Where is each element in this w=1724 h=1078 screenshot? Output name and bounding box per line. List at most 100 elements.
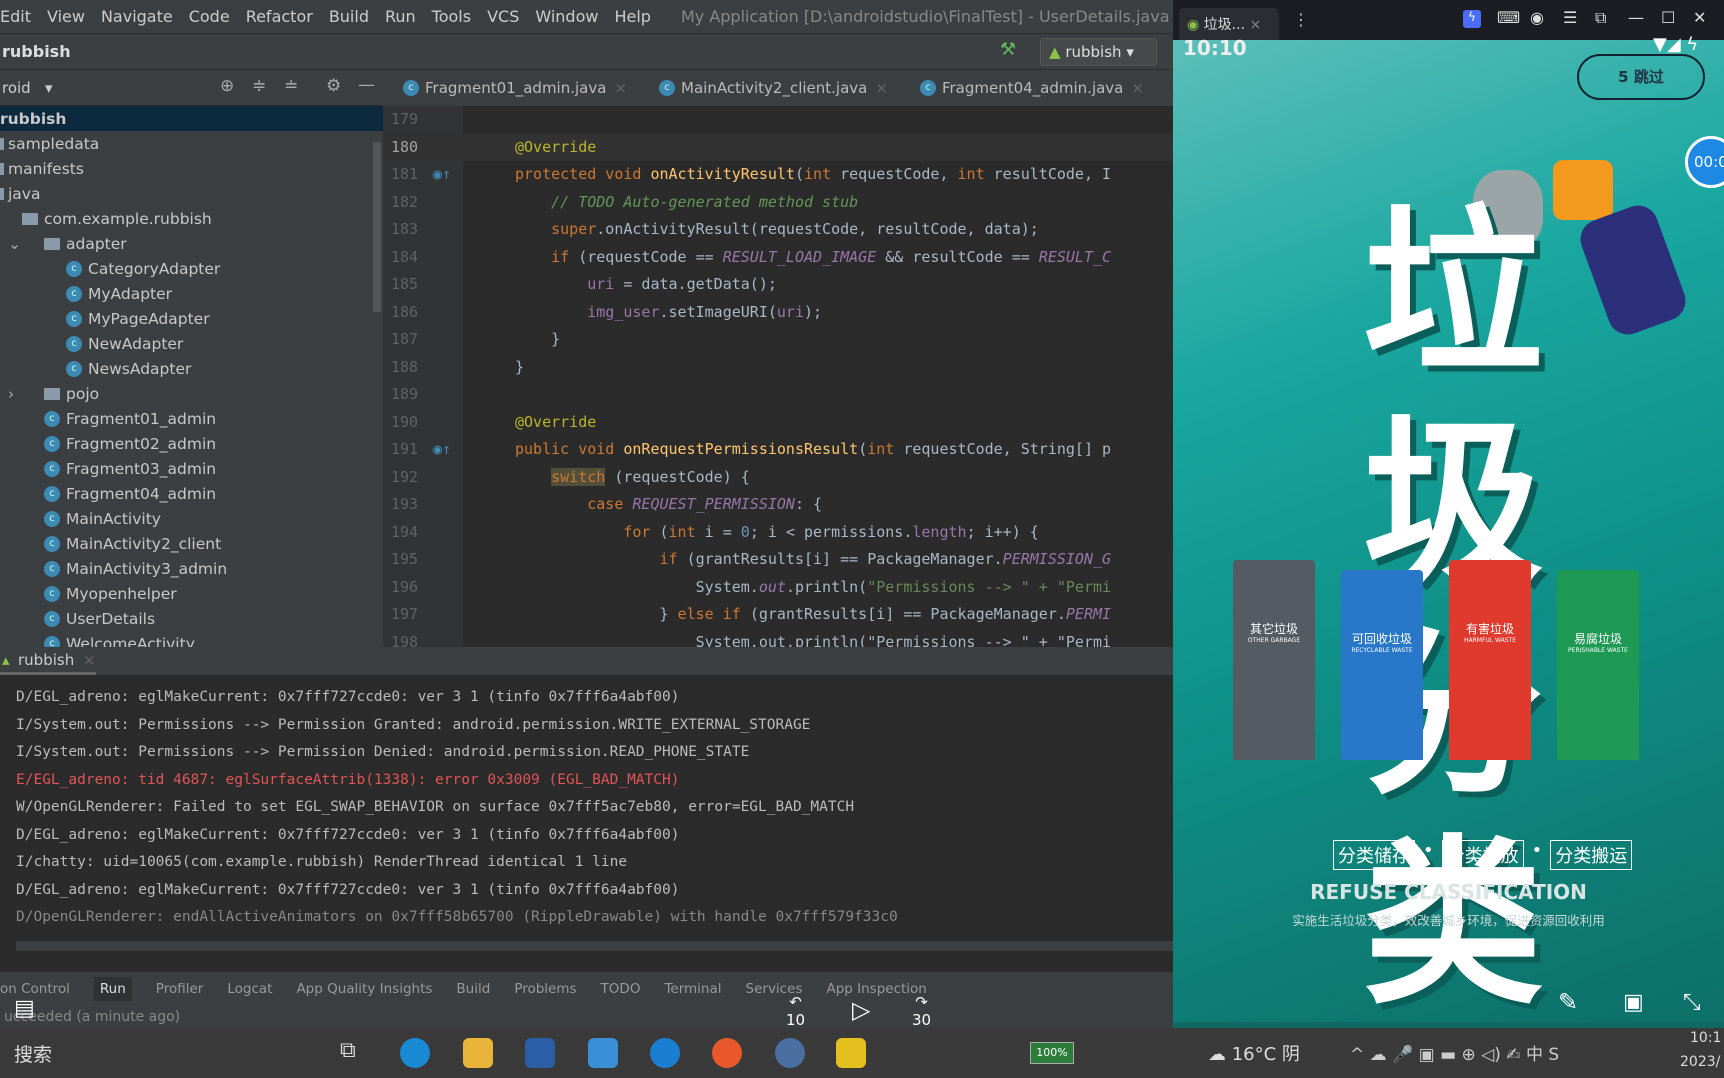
tool-window-logcat[interactable]: Logcat [227,981,272,997]
tree-item[interactable]: c MyPageAdapter [0,306,383,331]
clock-date[interactable]: 2023/ [1680,1054,1720,1070]
menu-build[interactable]: Build [329,7,369,26]
tree-item[interactable]: c UserDetails [0,606,383,631]
taskbar-search[interactable]: 搜索 [14,1040,52,1067]
menu-help[interactable]: Help [614,7,650,26]
tree-item[interactable]: rubbish [0,106,383,131]
tree-item[interactable]: c MainActivity [0,506,383,531]
menu-window[interactable]: Window [535,7,598,26]
menu-run[interactable]: Run [385,7,416,26]
play-icon[interactable]: ▷ [852,996,870,1024]
firefox-icon[interactable] [712,1038,742,1068]
tool-window-build[interactable]: Build [456,981,490,997]
screenshot-icon[interactable]: ⧉ [1595,8,1606,28]
editor-tab[interactable]: c MainActivity2_client.java × [639,70,900,106]
tree-item[interactable]: c Fragment02_admin [0,431,383,456]
menu-vcs[interactable]: VCS [487,7,519,26]
tree-item[interactable]: c MainActivity2_client [0,531,383,556]
tree-item[interactable]: › pojo [0,381,383,406]
menu-code[interactable]: Code [189,7,230,26]
tree-item[interactable]: c NewAdapter [0,331,383,356]
close-tab-icon[interactable]: × [83,651,96,669]
tool-window-problems[interactable]: Problems [514,981,576,997]
clock-time[interactable]: 10:1 [1690,1030,1721,1046]
editor-tab[interactable]: cCate [1156,70,1173,106]
rewind-button[interactable]: ↶ 10 [786,993,805,1029]
tree-item[interactable]: c MyAdapter [0,281,383,306]
battery-indicator[interactable]: 100% [1030,1042,1074,1064]
tree-item[interactable]: c Fragment01_admin [0,406,383,431]
menu-refactor[interactable]: Refactor [246,7,313,26]
collapse-all-icon[interactable]: ≐ [284,76,298,96]
code-editor[interactable]: 179 180 @Override 181 ◉↑ protected void onAct… [383,106,1173,647]
gamepad-icon[interactable]: ⌨ [1497,8,1520,27]
edge-icon[interactable] [400,1038,430,1068]
app-icon[interactable] [836,1038,866,1068]
menu-navigate[interactable]: Navigate [101,7,173,26]
tree-item[interactable]: sampledata [0,131,383,156]
locate-icon[interactable]: ⊕ [220,76,234,96]
project-view-select[interactable]: roid ▾ [2,79,53,97]
close-icon[interactable]: ✕ [1693,8,1706,27]
menu-tools[interactable]: Tools [432,7,471,26]
file-explorer-icon[interactable] [463,1038,493,1068]
close-tab-icon[interactable]: × [614,79,627,97]
tree-item[interactable]: c CategoryAdapter [0,256,383,281]
tool-window-app-quality-insights[interactable]: App Quality Insights [296,981,432,997]
close-tab-icon[interactable]: × [875,79,888,97]
tree-item[interactable]: c Fragment04_admin [0,481,383,506]
tree-item[interactable]: ⌄ adapter [0,231,383,256]
word-icon[interactable] [775,1038,805,1068]
skip-button[interactable]: 5 跳过 [1577,54,1705,100]
console-hscrollbar[interactable] [16,941,1173,951]
tool-window-profiler[interactable]: Profiler [156,981,204,997]
tree-item[interactable]: c Myopenhelper [0,581,383,606]
tree-item[interactable]: c MainActivity3_admin [0,556,383,581]
gear-icon[interactable]: ⚙ [326,76,341,96]
tool-window-on-control[interactable]: on Control [0,981,70,997]
tool-window-terminal[interactable]: Terminal [664,981,721,997]
tool-window-todo[interactable]: TODO [601,981,641,997]
boost-icon[interactable]: ϟ [1463,10,1481,28]
tool-window-run[interactable]: Run [93,977,132,1001]
weather[interactable]: ☁ 16°C 阴 [1208,1040,1300,1066]
close-tab-icon[interactable]: × [1131,79,1144,97]
more-icon[interactable]: ⋮ [1293,10,1309,29]
override-marker-icon[interactable]: ◉↑ [433,161,451,189]
ie-icon[interactable] [650,1038,680,1068]
override-marker-icon[interactable]: ◉↑ [433,436,451,464]
maximize-icon[interactable]: ☐ [1661,8,1675,27]
run-config-select[interactable]: ▲ rubbish ▾ [1040,38,1157,66]
tree-item[interactable]: java [0,181,383,206]
tree-item[interactable]: com.example.rubbish [0,206,383,231]
tree-item[interactable]: c Fragment03_admin [0,456,383,481]
minimize-icon[interactable]: — [1628,8,1644,27]
tree-item[interactable]: manifests [0,156,383,181]
task-view-icon[interactable]: ⧉ [340,1038,356,1063]
run-console[interactable]: D/EGL_adreno: eglMakeCurrent: 0x7fff727c… [0,675,1173,975]
tray-icons[interactable]: ^ ☁ 🎤 ▣ ▬ ⊕ ◁) ✍ 中 S [1350,1040,1559,1065]
menu-view[interactable]: View [47,7,85,26]
tree-item[interactable]: c NewsAdapter [0,356,383,381]
collapse-icon[interactable]: ⤡ [1683,990,1701,1015]
expand-arrow-icon[interactable]: ⌄ [8,235,21,253]
menu-edit[interactable]: Edit [0,7,31,26]
menu-icon[interactable]: ☰ [1563,8,1577,27]
expand-arrow-icon[interactable]: › [8,385,14,403]
mail-icon[interactable] [588,1038,618,1068]
account-icon[interactable]: ◉ [1530,8,1544,27]
editor-tab[interactable]: c Fragment01_admin.java × [383,70,639,106]
editor-tab[interactable]: c Fragment04_admin.java × [900,70,1156,106]
tree-item[interactable]: c WelcomeActivity [0,631,383,647]
pip-icon[interactable]: ▣ [1623,990,1644,1015]
tree-scrollbar[interactable] [373,142,381,312]
build-hammer-icon[interactable]: ⚒ [1000,39,1016,60]
expand-all-icon[interactable]: ≑ [252,76,266,96]
chat-icon[interactable]: ▤ [14,996,35,1021]
run-tab-rubbish[interactable]: rubbish [18,651,74,669]
hide-icon[interactable]: — [358,75,375,95]
store-icon[interactable] [525,1038,555,1068]
forward-button[interactable]: ↷ 30 [912,993,931,1029]
pen-icon[interactable]: ✎ [1558,988,1578,1016]
project-name[interactable]: rubbish [2,42,71,61]
